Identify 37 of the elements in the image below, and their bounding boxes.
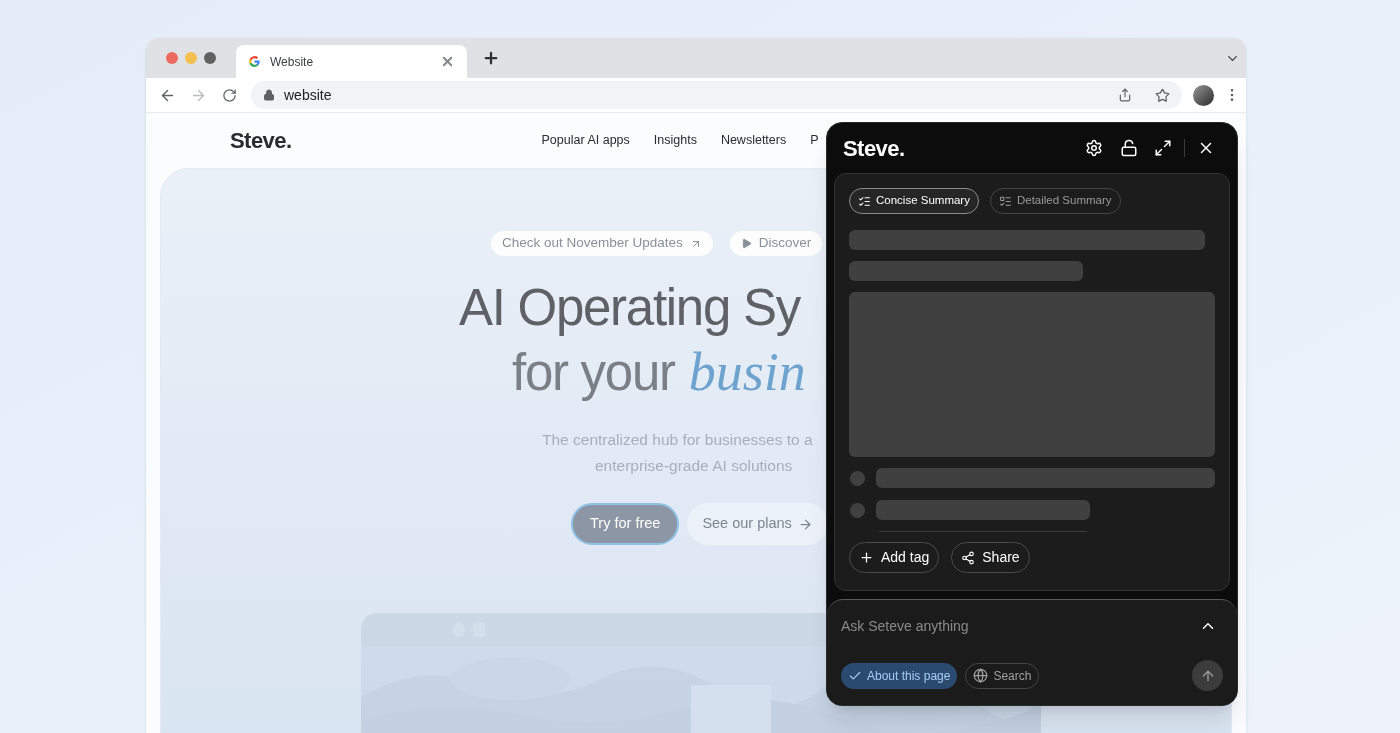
nav-link[interactable]: Popular AI apps (541, 131, 630, 150)
arrow-right-icon (797, 516, 813, 532)
bookmark-star-icon[interactable] (1155, 87, 1170, 103)
plus-icon (859, 550, 874, 565)
summary-tab[interactable]: Concise Summary (849, 188, 979, 214)
share-page-icon[interactable] (1118, 88, 1132, 102)
settings-icon[interactable] (1085, 139, 1103, 157)
ask-field[interactable]: Ask Seteve anything (841, 615, 1199, 637)
task-list-icon (998, 194, 1012, 208)
nav-link[interactable]: Insights (653, 131, 697, 150)
checklist-icon (858, 194, 871, 208)
unlock-icon[interactable] (1120, 139, 1138, 157)
reload-icon[interactable] (222, 87, 237, 103)
hero-headline: AI Operating Sy (459, 278, 800, 338)
address-bar[interactable]: website (251, 81, 1182, 109)
lock-icon (263, 89, 275, 101)
profile-avatar[interactable] (1193, 84, 1214, 106)
tab-title: Website (270, 53, 315, 71)
nav-link[interactable]: Newsletters (720, 131, 787, 150)
site-logo[interactable]: Steve. (230, 124, 292, 157)
send-button[interactable] (1192, 660, 1223, 691)
play-icon (740, 238, 752, 249)
tab-favicon (248, 55, 261, 68)
close-tab-icon[interactable] (440, 54, 455, 69)
expand-icon[interactable] (1154, 139, 1172, 157)
hero-headline-line: for your (512, 343, 675, 403)
context-option[interactable]: About this page (841, 662, 958, 689)
nav-link[interactable]: P (810, 131, 819, 150)
hero-headline-accent: busin (688, 341, 806, 404)
new-tab-icon[interactable] (482, 49, 500, 67)
globe-icon (973, 668, 989, 683)
browser-tab[interactable]: Website (236, 45, 467, 78)
hero-subtitle: enterprise-grade AI solutions (595, 456, 793, 476)
panel-logo: Steve. (843, 134, 906, 163)
address-text: website (284, 85, 333, 105)
hero-subtitle: The centralized hub for businesses to a (542, 430, 813, 450)
share-icon (961, 550, 976, 565)
